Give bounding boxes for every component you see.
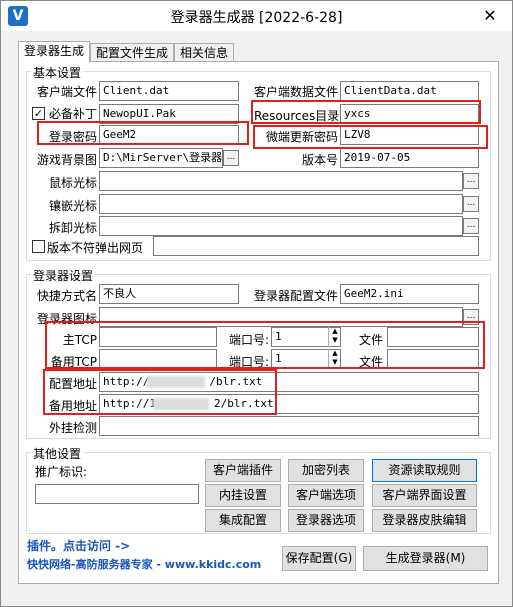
patch-label: 必备补丁: [48, 107, 97, 121]
plugin-link[interactable]: 插件。点击访问 ->: [27, 537, 130, 554]
tab-login-generator[interactable]: 登录器生成: [18, 41, 90, 63]
mouse-cursor-browse-button[interactable]: ...: [463, 173, 479, 189]
client-data-input[interactable]: ClientData.dat: [340, 81, 479, 101]
plugin-check-input[interactable]: [99, 416, 479, 436]
unload-cursor-input[interactable]: [99, 216, 463, 236]
highlight-box-resources: [251, 100, 481, 124]
tab-config-generator[interactable]: 配置文件生成: [90, 43, 174, 63]
client-options-button[interactable]: 客户端选项: [288, 484, 364, 507]
promo-input[interactable]: [35, 484, 199, 504]
highlight-box-urls: [43, 369, 277, 415]
client-file-input[interactable]: Client.dat: [99, 81, 239, 101]
background-input[interactable]: D:\MirServer\登录器: [99, 148, 223, 168]
client-data-label: 客户端数据文件: [253, 85, 338, 99]
patch-checkbox[interactable]: ✓: [32, 107, 45, 120]
version-input[interactable]: 2019-07-05: [340, 148, 479, 168]
promo-label: 推广标识:: [35, 465, 88, 479]
login-settings-title: 登录器设置: [31, 267, 96, 284]
main-window: V 登录器生成器 [2022-6-28] ✕ 登录器生成 配置文件生成 相关信息…: [0, 0, 513, 607]
save-config-button[interactable]: 保存配置(G): [282, 546, 356, 571]
inlay-cursor-label: 镶嵌光标: [48, 199, 97, 213]
highlight-box-tcp: [45, 321, 485, 369]
inner-plugin-settings-button[interactable]: 内挂设置: [205, 484, 281, 507]
highlight-box-micro-password: [253, 125, 488, 149]
login-config-input[interactable]: GeeM2.ini: [340, 284, 479, 304]
unload-cursor-label: 拆卸光标: [48, 221, 97, 235]
mouse-cursor-label: 鼠标光标: [48, 176, 97, 190]
shortcut-label: 快捷方式名: [36, 289, 97, 303]
version-mismatch-label: 版本不符弹出网页: [47, 241, 144, 255]
window-title: 登录器生成器 [2022-6-28]: [170, 10, 343, 26]
version-label: 版本号: [301, 153, 338, 167]
generate-login-button[interactable]: 生成登录器(M): [363, 546, 488, 571]
client-ui-settings-button[interactable]: 客户端界面设置: [372, 484, 477, 507]
client-plugin-button[interactable]: 客户端插件: [205, 459, 281, 482]
tab-related-info[interactable]: 相关信息: [174, 43, 234, 63]
background-label: 游戏背景图: [36, 153, 97, 167]
encrypt-list-button[interactable]: 加密列表: [288, 459, 364, 482]
login-options-button[interactable]: 登录器选项: [288, 509, 364, 532]
login-skin-editor-button[interactable]: 登录器皮肤编辑: [372, 509, 477, 532]
unload-cursor-browse-button[interactable]: ...: [463, 218, 479, 234]
login-config-label: 登录器配置文件: [253, 289, 338, 303]
background-browse-button[interactable]: ...: [223, 150, 239, 166]
sponsor-link[interactable]: 快快网络-高防服务器专家 - www.kkidc.com: [27, 556, 261, 572]
version-mismatch-url-input[interactable]: [153, 236, 479, 256]
integrated-config-button[interactable]: 集成配置: [205, 509, 281, 532]
close-button[interactable]: ✕: [468, 1, 512, 31]
version-mismatch-checkbox[interactable]: [32, 240, 45, 253]
highlight-box-login-password: [37, 121, 249, 145]
basic-settings-title: 基本设置: [31, 64, 84, 81]
shortcut-input[interactable]: 不良人: [99, 284, 239, 304]
resource-rules-button[interactable]: 资源读取规则: [372, 459, 477, 482]
inlay-cursor-input[interactable]: [99, 194, 463, 214]
plugin-check-label: 外挂检测: [48, 421, 97, 435]
client-file-label: 客户端文件: [36, 85, 97, 99]
mouse-cursor-input[interactable]: [99, 171, 463, 191]
inlay-cursor-browse-button[interactable]: ...: [463, 196, 479, 212]
title-bar: V 登录器生成器 [2022-6-28] ✕: [1, 1, 512, 31]
other-settings-title: 其他设置: [31, 445, 84, 462]
